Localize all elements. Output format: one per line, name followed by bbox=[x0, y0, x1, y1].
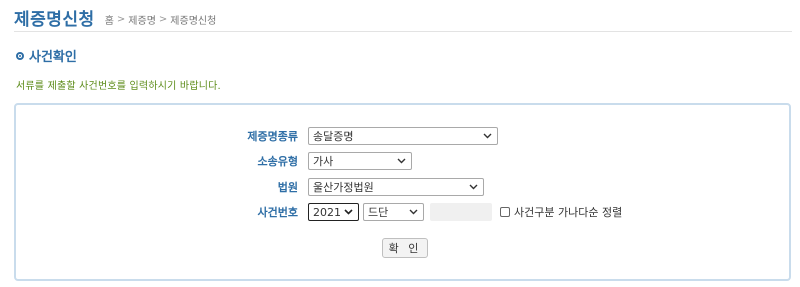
case-number-label: 사건번호 bbox=[257, 206, 298, 219]
case-number-input[interactable] bbox=[430, 203, 492, 221]
instruction-text: 서류를 제출할 사건번호를 입력하시기 바랍니다. bbox=[16, 81, 221, 92]
case-form: 제증명종류 송달증명 소송유형 가사 법원 울산가정법원 사건번호 2021 드… bbox=[14, 103, 791, 281]
breadcrumb-home[interactable]: 홈 bbox=[105, 12, 114, 27]
chevron-down-icon bbox=[469, 184, 478, 190]
case-year-select[interactable]: 2021 bbox=[308, 203, 359, 221]
cert-type-label: 제증명종류 bbox=[247, 130, 298, 143]
case-type-value: 가사 bbox=[313, 155, 334, 168]
chevron-down-icon bbox=[397, 158, 406, 164]
cert-type-value: 송달증명 bbox=[313, 130, 354, 143]
sort-checkbox[interactable] bbox=[500, 207, 510, 217]
case-year-value: 2021 bbox=[313, 205, 341, 219]
breadcrumb-certificates[interactable]: 제증명 bbox=[128, 12, 156, 27]
page-title: 제증명신청 bbox=[14, 10, 95, 30]
court-label: 법원 bbox=[277, 181, 298, 194]
case-type-row: 소송유형 가사 bbox=[16, 151, 412, 171]
cert-type-row: 제증명종류 송달증명 bbox=[16, 126, 498, 146]
court-value: 울산가정법원 bbox=[313, 181, 374, 194]
case-number-row: 사건번호 2021 드단 사건구분 가나다순 정렬 bbox=[16, 202, 622, 222]
court-select[interactable]: 울산가정법원 bbox=[308, 178, 484, 196]
confirm-button[interactable]: 확 인 bbox=[382, 238, 428, 258]
chevron-down-icon bbox=[409, 209, 418, 215]
breadcrumb-current: 제증명신청 bbox=[170, 15, 217, 27]
case-code-value: 드단 bbox=[368, 206, 389, 219]
chevron-down-icon bbox=[483, 133, 492, 139]
breadcrumb-separator: > bbox=[158, 13, 168, 25]
chevron-down-icon bbox=[344, 209, 353, 215]
cert-type-select[interactable]: 송달증명 bbox=[308, 127, 498, 145]
bullet-icon bbox=[16, 51, 24, 60]
breadcrumb: 홈 > 제증명 > 제증명신청 bbox=[105, 9, 217, 27]
title-bar: 제증명신청 홈 > 제증명 > 제증명신청 bbox=[14, 4, 792, 32]
sort-checkbox-label: 사건구분 가나다순 정렬 bbox=[514, 206, 623, 219]
case-type-label: 소송유형 bbox=[257, 155, 298, 168]
breadcrumb-separator: > bbox=[116, 13, 126, 25]
case-code-select[interactable]: 드단 bbox=[363, 203, 424, 221]
section-heading: 사건확인 bbox=[16, 46, 77, 65]
section-title: 사건확인 bbox=[29, 50, 77, 65]
case-type-select[interactable]: 가사 bbox=[308, 152, 412, 170]
sort-checkbox-wrapper[interactable]: 사건구분 가나다순 정렬 bbox=[500, 204, 622, 220]
court-row: 법원 울산가정법원 bbox=[16, 177, 484, 197]
